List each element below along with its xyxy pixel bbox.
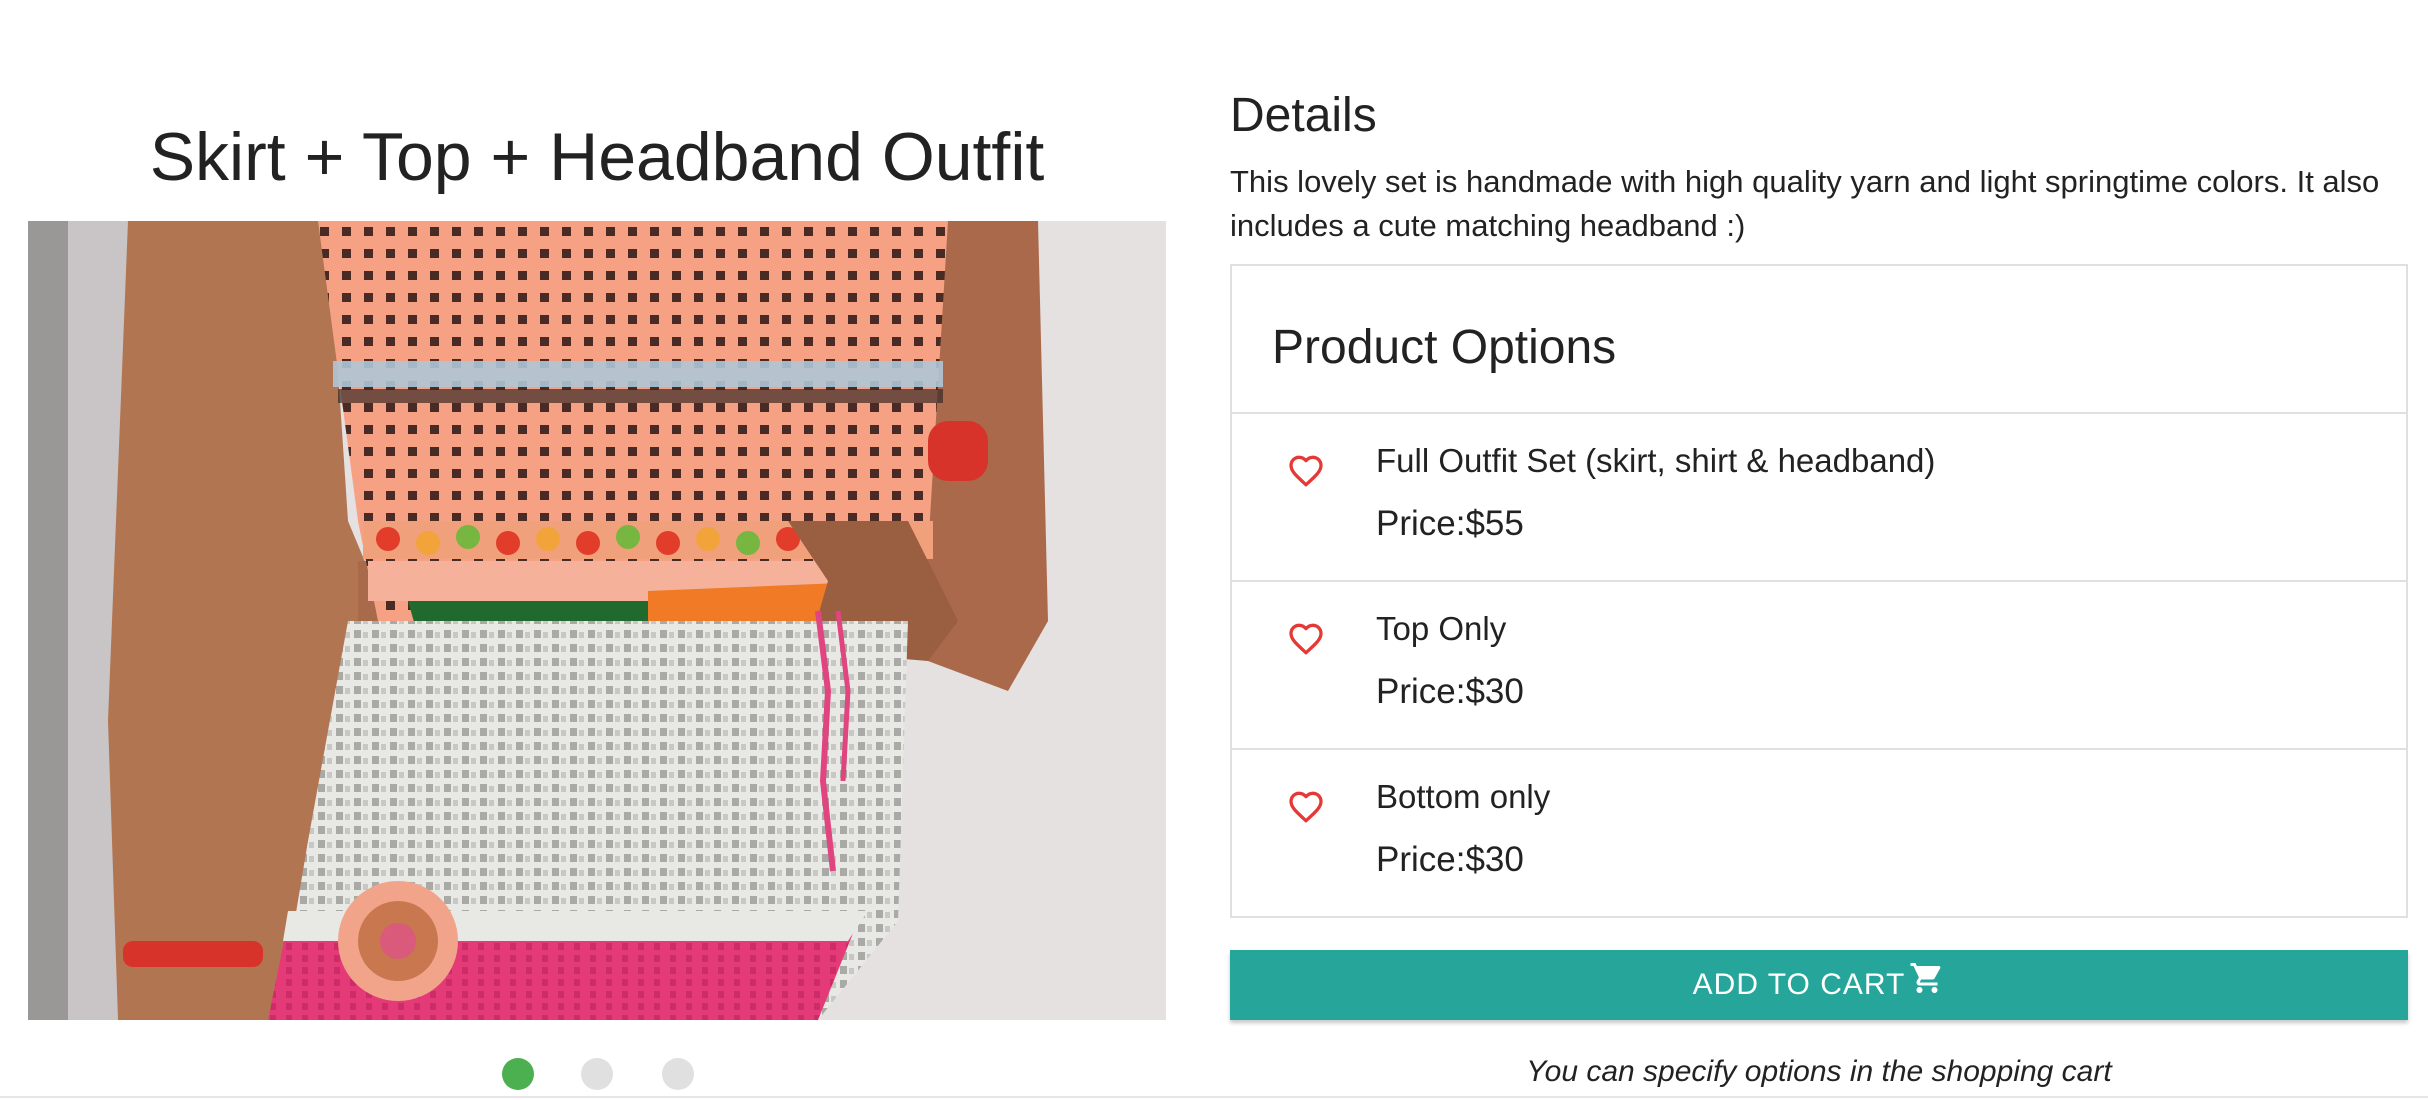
- add-to-cart-button[interactable]: ADD TO CART: [1230, 950, 2408, 1020]
- option-name: Full Outfit Set (skirt, shirt & headband…: [1376, 442, 1936, 479]
- product-photo-illustration: [28, 221, 1166, 1020]
- product-options-card: Product Options Full Outfit Set (skirt, …: [1230, 264, 2408, 918]
- details-description: This lovely set is handmade with high qu…: [1230, 164, 2380, 243]
- product-title: Skirt + Top + Headband Outfit: [149, 119, 1045, 195]
- shopping-cart-icon: [1910, 963, 1941, 993]
- option-price: Price:$30: [1376, 672, 1524, 711]
- carousel-dot-3[interactable]: [662, 1058, 694, 1090]
- option-full-outfit[interactable]: Full Outfit Set (skirt, shirt & headband…: [1232, 412, 2406, 580]
- divider: [0, 1096, 2428, 1098]
- product-page: Skirt + Top + Headband Outfit Details Th…: [0, 0, 2428, 1100]
- options-heading: Product Options: [1272, 321, 1617, 374]
- details-heading: Details: [1230, 89, 1377, 142]
- product-image[interactable]: [28, 221, 1166, 1020]
- option-bottom-only[interactable]: Bottom only Price:$30: [1232, 748, 2406, 916]
- add-to-cart-label: ADD TO CART: [1692, 968, 1906, 1001]
- heart-outline-icon[interactable]: [1288, 790, 1324, 826]
- option-name: Top Only: [1376, 610, 1507, 647]
- heart-outline-icon[interactable]: [1288, 622, 1324, 658]
- carousel-indicators: [0, 1058, 1194, 1090]
- option-top-only[interactable]: Top Only Price:$30: [1232, 580, 2406, 748]
- carousel-dot-1[interactable]: [502, 1058, 534, 1090]
- heart-outline-icon[interactable]: [1288, 454, 1324, 490]
- carousel-dot-2[interactable]: [581, 1058, 613, 1090]
- option-name: Bottom only: [1376, 778, 1551, 815]
- cart-hint: You can specify options in the shopping …: [1526, 1055, 2112, 1088]
- option-price: Price:$55: [1376, 504, 1524, 543]
- option-price: Price:$30: [1376, 840, 1524, 879]
- options-list: Full Outfit Set (skirt, shirt & headband…: [1232, 412, 2406, 916]
